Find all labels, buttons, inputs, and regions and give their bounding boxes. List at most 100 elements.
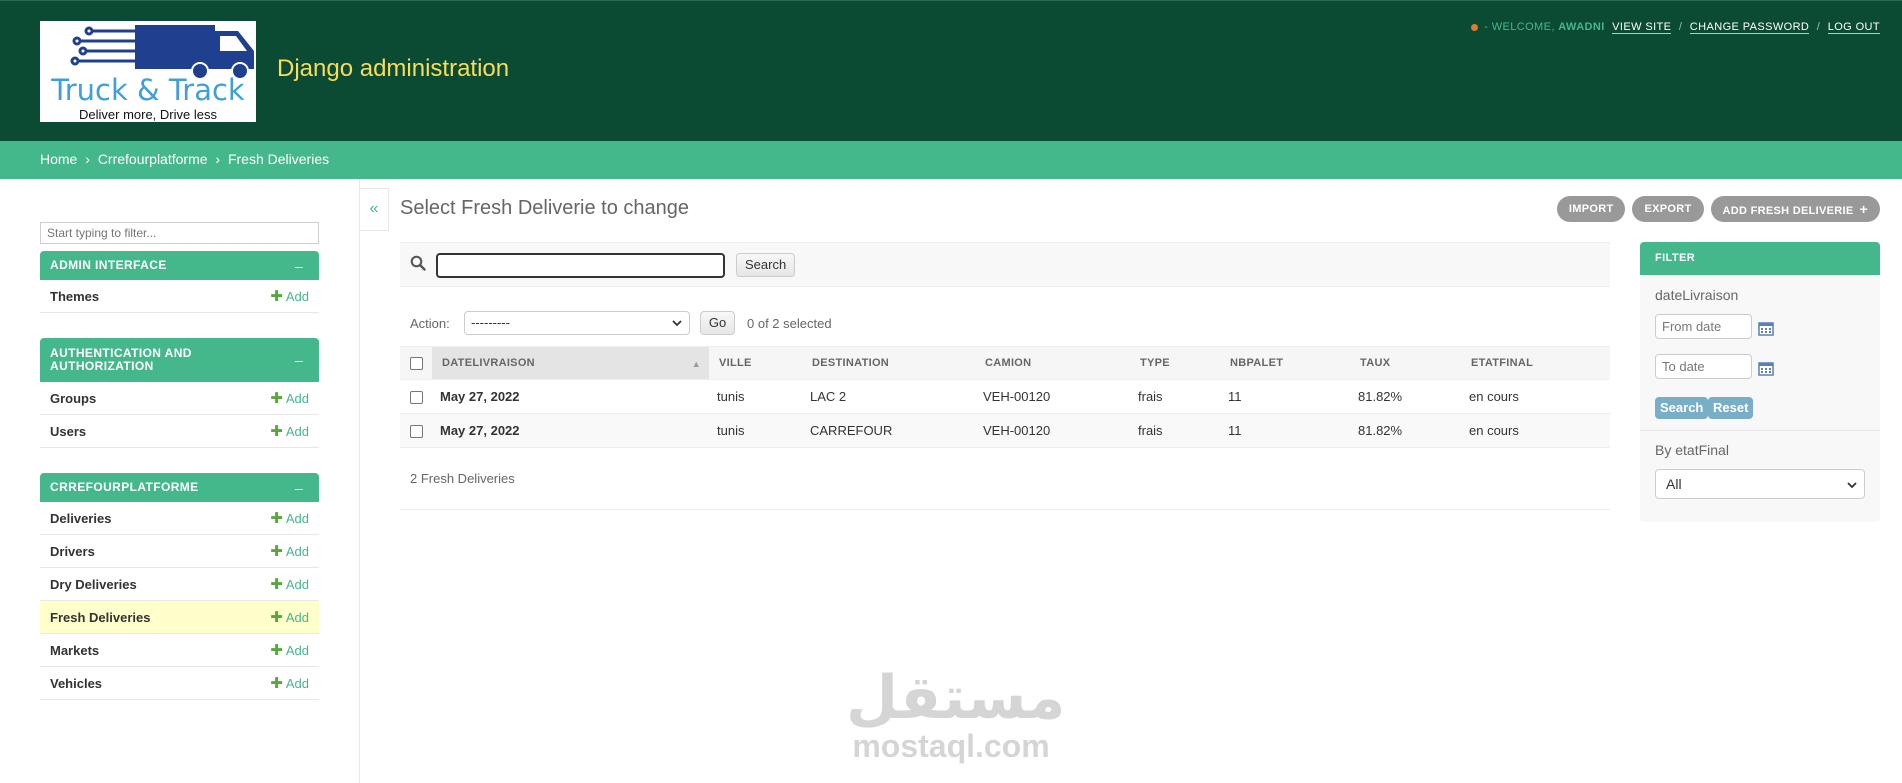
add-link[interactable]: ✚ Add	[270, 422, 309, 440]
sidebar-divider	[359, 179, 360, 783]
breadcrumb-home[interactable]: Home	[40, 151, 77, 167]
module-caption[interactable]: Admin Interface –	[40, 251, 319, 280]
cell-destination: CARREFOUR	[802, 413, 975, 448]
results-table: dateLivraison ▲ ville destination camion …	[400, 346, 1610, 448]
cell-taux: 81.82%	[1350, 413, 1461, 448]
actions-bar: Action:	[400, 311, 450, 335]
model-link[interactable]: Vehicles	[50, 676, 270, 691]
sort-ascending-icon[interactable]: ▲	[692, 359, 701, 369]
cell-datelivraison-link[interactable]: May 27, 2022	[432, 379, 709, 414]
column-header-taux[interactable]: taux	[1350, 346, 1461, 380]
action-select[interactable]: ---------	[464, 311, 690, 335]
add-fresh-deliverie-button[interactable]: Add Fresh Deliverie +	[1710, 196, 1880, 222]
logo-tagline: Deliver more, Drive less	[79, 107, 217, 122]
cell-datelivraison-link[interactable]: May 27, 2022	[432, 413, 709, 448]
add-link[interactable]: ✚ Add	[270, 542, 309, 560]
table-row: May 27, 2022 tunis CARREFOUR VEH-00120 f…	[400, 413, 1610, 448]
search-button[interactable]: Search	[736, 253, 796, 277]
module-admin-interface: Admin Interface – Themes ✚ Add	[40, 251, 319, 313]
change-password-link[interactable]: Change password	[1689, 21, 1810, 34]
collapse-icon[interactable]: –	[289, 352, 309, 368]
export-button[interactable]: Export	[1632, 196, 1704, 222]
add-link[interactable]: ✚ Add	[270, 575, 309, 593]
toggle-nav-sidebar-button[interactable]: «	[360, 188, 389, 231]
sidebar-item-groups[interactable]: Groups ✚ Add	[40, 382, 319, 415]
add-link[interactable]: ✚ Add	[270, 287, 309, 305]
sidebar-item-themes[interactable]: Themes ✚ Add	[40, 280, 319, 313]
header: Truck & Track Deliver more, Drive less D…	[0, 0, 1902, 141]
column-header-ville[interactable]: ville	[709, 346, 802, 380]
table-header-row: dateLivraison ▲ ville destination camion …	[400, 346, 1610, 380]
module-caption-label: Crrefourplatforme	[50, 480, 199, 494]
user-tools: - Welcome, AWADNI View site / Change pas…	[1471, 21, 1880, 34]
plus-icon: ✚	[270, 609, 283, 626]
sidebar-item-dry-deliveries[interactable]: Dry Deliveries ✚ Add	[40, 568, 319, 601]
import-button[interactable]: Import	[1556, 196, 1626, 222]
cell-camion: VEH-00120	[975, 413, 1130, 448]
sidebar-item-users[interactable]: Users ✚ Add	[40, 415, 319, 448]
plus-icon: ✚	[270, 288, 283, 305]
collapse-icon[interactable]: –	[289, 480, 309, 496]
cell-destination: LAC 2	[802, 379, 975, 414]
cell-type: frais	[1130, 379, 1220, 414]
sidebar: Admin Interface – Themes ✚Add Authentica…	[40, 222, 319, 725]
search-icon	[410, 255, 426, 271]
log-out-link[interactable]: Log out	[1827, 21, 1880, 34]
column-header-etatfinal[interactable]: etatFinal	[1461, 346, 1610, 380]
filter-title: Filter	[1640, 242, 1880, 275]
action-label: Action:	[410, 315, 450, 331]
model-link[interactable]: Deliveries	[50, 511, 270, 526]
model-link[interactable]: Dry Deliveries	[50, 577, 270, 592]
sidebar-item-fresh-deliveries[interactable]: Fresh Deliveries ✚ Add	[40, 601, 319, 634]
from-date-input[interactable]: From date	[1655, 314, 1752, 339]
calendar-icon[interactable]	[1758, 320, 1774, 336]
to-date-input[interactable]: To date	[1655, 354, 1752, 379]
site-title[interactable]: Django administration	[277, 55, 509, 83]
chevron-down-icon	[672, 320, 682, 327]
go-button[interactable]: Go	[700, 311, 735, 335]
cell-ville: tunis	[709, 413, 802, 448]
column-header-nbpalet[interactable]: nbPalet	[1220, 346, 1350, 380]
column-header-type[interactable]: type	[1130, 346, 1220, 380]
sidebar-item-deliveries[interactable]: Deliveries ✚ Add	[40, 502, 319, 535]
sidebar-item-vehicles[interactable]: Vehicles ✚ Add	[40, 667, 319, 700]
separator: /	[1816, 21, 1821, 33]
watermark-arabic: مستقل	[846, 663, 1066, 733]
column-header-datelivraison[interactable]: dateLivraison ▲	[432, 346, 709, 380]
site-logo[interactable]: Truck & Track Deliver more, Drive less	[40, 21, 256, 122]
view-site-link[interactable]: View site	[1612, 21, 1672, 34]
column-header-destination[interactable]: destination	[802, 346, 975, 380]
sidebar-item-markets[interactable]: Markets ✚ Add	[40, 634, 319, 667]
search-input[interactable]	[436, 253, 725, 278]
module-caption[interactable]: Authentication and Authorization –	[40, 338, 319, 382]
cell-camion: VEH-00120	[975, 379, 1130, 414]
model-link[interactable]: Users	[50, 424, 270, 439]
model-link[interactable]: Groups	[50, 391, 270, 406]
model-link[interactable]: Drivers	[50, 544, 270, 559]
add-link[interactable]: ✚ Add	[270, 389, 309, 407]
model-link[interactable]: Themes	[50, 289, 270, 304]
selected-count: 0 of 2 selected	[747, 316, 832, 331]
sidebar-item-drivers[interactable]: Drivers ✚ Add	[40, 535, 319, 568]
row-checkbox[interactable]	[410, 425, 423, 439]
etat-final-select[interactable]: All	[1655, 469, 1865, 499]
select-all-checkbox[interactable]	[410, 356, 423, 370]
filter-search-button[interactable]: Search	[1655, 397, 1709, 419]
nav-filter-input[interactable]	[40, 222, 319, 244]
row-checkbox[interactable]	[410, 391, 423, 405]
add-link[interactable]: ✚ Add	[270, 509, 309, 527]
module-caption[interactable]: Crrefourplatforme –	[40, 473, 319, 502]
row-select-cell	[400, 413, 432, 448]
chevron-down-icon	[1847, 482, 1857, 489]
collapse-icon[interactable]: –	[289, 258, 309, 274]
add-link[interactable]: ✚ Add	[270, 641, 309, 659]
add-link[interactable]: ✚ Add	[270, 608, 309, 626]
breadcrumb-app[interactable]: Crrefourplatforme	[98, 151, 208, 167]
calendar-icon[interactable]	[1758, 360, 1774, 376]
username: AWADNI	[1558, 21, 1605, 33]
add-link[interactable]: ✚ Add	[270, 674, 309, 692]
column-header-camion[interactable]: camion	[975, 346, 1130, 380]
model-link[interactable]: Fresh Deliveries	[50, 610, 270, 625]
model-link[interactable]: Markets	[50, 643, 270, 658]
filter-reset-button[interactable]: Reset	[1708, 397, 1754, 419]
